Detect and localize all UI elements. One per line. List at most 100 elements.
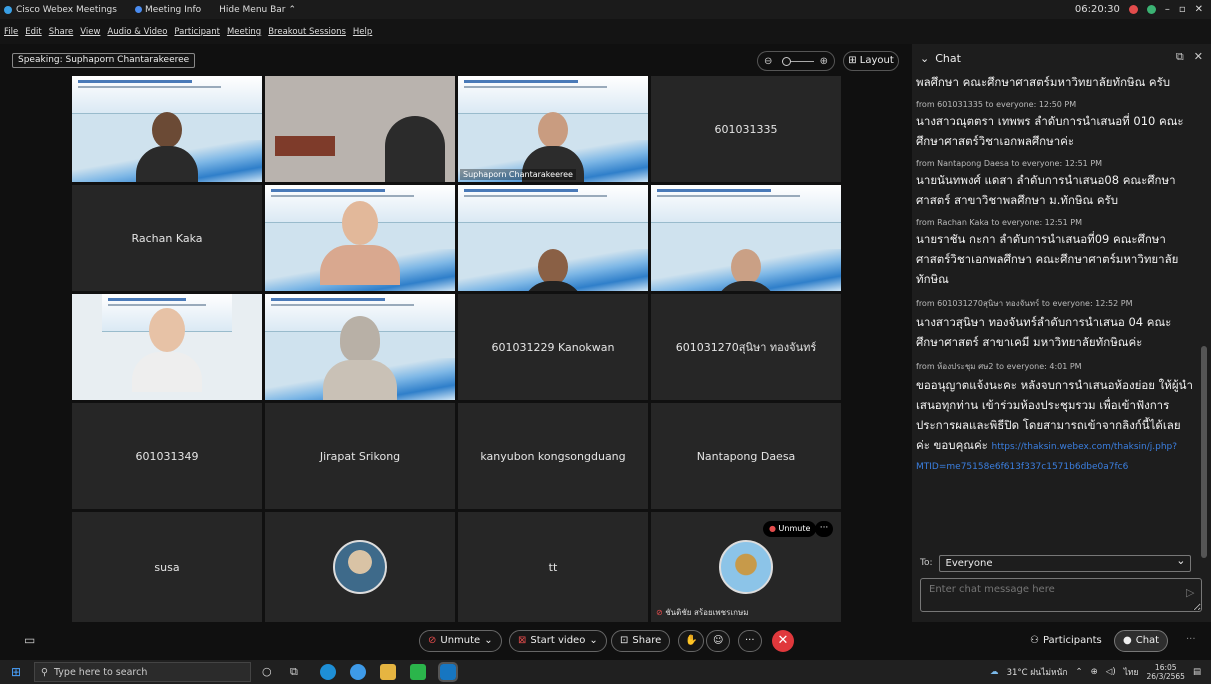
popout-icon[interactable]: ⧉ bbox=[1176, 50, 1184, 64]
video-tile[interactable] bbox=[651, 185, 841, 291]
meeting-clock: 06:20:30 bbox=[1074, 4, 1120, 15]
meeting-info-label: Meeting Info bbox=[144, 4, 202, 15]
weather-text[interactable]: 31°C ฝนไม่หนัก bbox=[1007, 665, 1068, 679]
message-text: นายราชัน กะกา ลำดับการนำเสนอที่09 คณะศึก… bbox=[916, 232, 1179, 286]
system-tray: ☁ 31°C ฝนไม่หนัก ⌃ ⊕ ◁) ไทย 16:05 26/3/2… bbox=[990, 660, 1201, 684]
leave-meeting-button[interactable]: ✕ bbox=[772, 630, 794, 652]
menu-participant[interactable]: Participant bbox=[174, 27, 220, 37]
profile-icon[interactable] bbox=[1146, 5, 1156, 14]
participant-tile[interactable]: ● Unmute ··· ⊘ ชันติชัย สร้อยเพชรเกษม bbox=[651, 512, 841, 622]
unmute-button[interactable]: ⊘ Unmute ⌄ bbox=[419, 630, 502, 652]
shelf-shape bbox=[275, 136, 335, 156]
video-tile[interactable] bbox=[265, 76, 455, 182]
menu-view[interactable]: View bbox=[80, 27, 100, 37]
maximize-icon[interactable]: ▫ bbox=[1179, 4, 1186, 15]
chat-message: from Rachan Kaka to everyone: 12:51 PM นา… bbox=[916, 218, 1194, 289]
zoom-slider[interactable]: ⊖ ⊕ bbox=[757, 51, 835, 71]
chat-button[interactable]: ● Chat bbox=[1114, 630, 1169, 652]
message-meta: from 601031335 to everyone: 12:50 PM bbox=[916, 100, 1077, 109]
video-tile[interactable] bbox=[72, 76, 262, 182]
reactions-button[interactable]: ☺ bbox=[706, 630, 731, 652]
hand-icon: ✋ bbox=[685, 635, 698, 646]
chat-scrollbar[interactable] bbox=[1201, 74, 1207, 564]
menu-meeting[interactable]: Meeting bbox=[227, 27, 261, 37]
participant-tile[interactable]: Nantapong Daesa bbox=[651, 403, 841, 509]
participant-name: susa bbox=[154, 560, 180, 574]
edge-icon[interactable] bbox=[320, 664, 336, 680]
menu-audio-video[interactable]: Audio & Video bbox=[107, 27, 167, 37]
zoom-knob[interactable] bbox=[782, 57, 791, 66]
menu-breakout-sessions[interactable]: Breakout Sessions bbox=[268, 27, 346, 37]
message-meta: from ห้องประชุม ศษ2 to everyone: 4:01 PM bbox=[916, 362, 1082, 371]
file-explorer-icon[interactable] bbox=[380, 664, 396, 680]
chevron-down-icon[interactable]: ⌄ bbox=[589, 631, 597, 651]
chevron-up-icon: ⌃ bbox=[288, 4, 297, 15]
participant-tile[interactable]: Jirapat Srikong bbox=[265, 403, 455, 509]
chevron-down-icon[interactable]: ⌄ bbox=[484, 631, 492, 651]
slide-banner bbox=[72, 76, 262, 115]
chat-input[interactable] bbox=[920, 578, 1202, 612]
participant-tile[interactable] bbox=[265, 512, 455, 622]
participant-name: 601031349 bbox=[135, 449, 199, 463]
tile-unmute-button[interactable]: ● Unmute bbox=[763, 521, 817, 537]
taskbar-clock[interactable]: 16:05 26/3/2565 bbox=[1147, 663, 1185, 681]
menu-edit[interactable]: Edit bbox=[25, 27, 41, 37]
participant-tile[interactable]: 601031270สุนิษา ทองจันทร์ bbox=[651, 294, 841, 400]
participant-tile[interactable]: 601031349 bbox=[72, 403, 262, 509]
participant-video bbox=[136, 112, 198, 182]
windows-start-icon[interactable]: ⊞ bbox=[11, 665, 21, 679]
more-icon[interactable]: ··· bbox=[1186, 634, 1196, 645]
close-chat-icon[interactable]: ✕ bbox=[1194, 50, 1203, 64]
video-tile[interactable] bbox=[72, 294, 262, 400]
volume-icon[interactable]: ◁) bbox=[1106, 667, 1116, 677]
input-language[interactable]: ไทย bbox=[1124, 665, 1139, 679]
start-video-button[interactable]: ⊠ Start video ⌄ bbox=[509, 630, 607, 652]
webex-app-icon[interactable] bbox=[438, 662, 458, 682]
avatar bbox=[333, 540, 387, 594]
menu-share[interactable]: Share bbox=[49, 27, 74, 37]
chrome-icon[interactable] bbox=[350, 664, 366, 680]
participant-tile[interactable]: 601031229 Kanokwan bbox=[458, 294, 648, 400]
cortana-icon[interactable]: ○ bbox=[262, 665, 272, 678]
participant-tile[interactable]: 601031335 bbox=[651, 76, 841, 182]
video-tile[interactable] bbox=[458, 185, 648, 291]
more-options-button[interactable]: ··· bbox=[738, 630, 762, 652]
taskbar-search[interactable]: ⚲ Type here to search bbox=[34, 662, 251, 682]
windows-taskbar: ⊞ ⚲ Type here to search ○ ⧉ ☁ 31°C ฝนไม่… bbox=[0, 660, 1211, 684]
menu-file[interactable]: File bbox=[4, 27, 18, 37]
tile-more-button[interactable]: ··· bbox=[815, 521, 833, 537]
minimize-icon[interactable]: – bbox=[1165, 4, 1170, 15]
video-tile[interactable]: Suphaporn Chantarakeeree bbox=[458, 76, 648, 182]
participant-tile[interactable]: Rachan Kaka bbox=[72, 185, 262, 291]
captions-icon[interactable]: ▭ bbox=[24, 633, 35, 647]
participant-video bbox=[132, 308, 202, 400]
layout-button[interactable]: ⊞ Layout bbox=[843, 51, 899, 71]
mic-muted-icon: ⊘ bbox=[656, 608, 663, 617]
zoom-in-icon[interactable]: ⊕ bbox=[820, 56, 828, 67]
meeting-info-button[interactable]: Meeting Info bbox=[134, 4, 202, 15]
line-app-icon[interactable] bbox=[410, 664, 426, 680]
menu-help[interactable]: Help bbox=[353, 27, 372, 37]
message-text: ขออนุญาตแจ้งนะคะ หลังจบการนำเสนอห้องย่อย… bbox=[916, 378, 1193, 452]
participants-button[interactable]: ⚇ Participants bbox=[1022, 630, 1110, 652]
close-icon[interactable]: ✕ bbox=[1195, 4, 1203, 15]
video-tile[interactable] bbox=[265, 185, 455, 291]
app-title: Cisco Webex Meetings bbox=[4, 5, 117, 15]
task-view-icon[interactable]: ⧉ bbox=[290, 665, 298, 679]
send-icon[interactable]: ▷ bbox=[1186, 586, 1194, 599]
participant-tile[interactable]: tt bbox=[458, 512, 648, 622]
participant-name: tt bbox=[548, 560, 558, 574]
chevron-up-icon[interactable]: ⌃ bbox=[1076, 667, 1083, 677]
hide-menu-bar-button[interactable]: Hide Menu Bar ⌃ bbox=[219, 5, 296, 15]
participant-tile[interactable]: susa bbox=[72, 512, 262, 622]
notification-icon[interactable]: ▤ bbox=[1193, 667, 1201, 677]
recipient-select[interactable]: Everyone bbox=[938, 553, 1191, 572]
network-icon[interactable]: ⊕ bbox=[1091, 667, 1098, 677]
participant-tile[interactable]: kanyubon kongsongduang bbox=[458, 403, 648, 509]
chevron-down-icon[interactable]: ⌄ bbox=[920, 52, 929, 65]
scrollbar-thumb[interactable] bbox=[1201, 346, 1207, 558]
video-tile[interactable] bbox=[265, 294, 455, 400]
zoom-out-icon[interactable]: ⊖ bbox=[764, 56, 772, 67]
share-button[interactable]: ⊡ Share bbox=[611, 630, 671, 652]
raise-hand-button[interactable]: ✋ bbox=[678, 630, 705, 652]
